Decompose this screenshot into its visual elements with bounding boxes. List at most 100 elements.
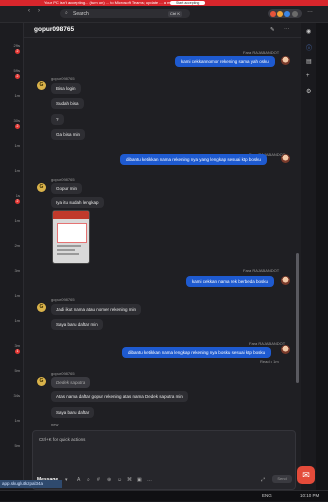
add-account-icon	[292, 10, 298, 17]
emoji-icon[interactable]: ☺	[117, 477, 122, 483]
sender-name: gopur098765	[51, 371, 75, 376]
list-item-time: 1m	[14, 168, 20, 173]
expand-icon[interactable]: ⤢	[261, 477, 265, 483]
avatar	[281, 345, 290, 354]
chat-fab-button[interactable]: ✉	[297, 466, 315, 484]
status-url: app.skuglutkzpal34a	[0, 480, 62, 488]
list-item-time: 5m	[14, 443, 20, 448]
chat-pane: gopur098765 ✎ ⋯ Fara RAJABANDOT kami cek…	[24, 23, 301, 502]
message-bubble[interactable]: Gopur min	[51, 183, 83, 194]
unread-badge: 2	[15, 199, 20, 204]
image-attachment[interactable]	[52, 210, 90, 264]
sender-name: Fara RAJABANDOT	[243, 50, 280, 55]
unread-badge: 2	[15, 74, 20, 79]
message-bubble[interactable]: Saya baru daftar	[51, 407, 95, 418]
avatar: G	[37, 183, 46, 192]
message-bubble[interactable]: kami cekkannomor rekening sama yah osku	[175, 56, 275, 67]
hashtag-icon[interactable]: #	[97, 477, 100, 483]
send-button[interactable]: Send	[272, 475, 292, 483]
avatar	[284, 10, 290, 17]
sender-name: gopur098765	[51, 297, 75, 302]
top-bar: ‹ › ⌕ Search Ctrl K …	[0, 6, 328, 23]
image-line	[57, 253, 79, 255]
account-switcher[interactable]	[268, 9, 302, 18]
chevron-down-icon[interactable]: ▾	[65, 477, 68, 483]
chat-title: gopur098765	[34, 26, 75, 33]
back-icon[interactable]: ‹	[28, 8, 30, 14]
list-item-time: 5m	[14, 368, 20, 373]
scrollbar[interactable]	[296, 253, 299, 383]
list-item-time: 1m	[14, 293, 20, 298]
chat-header: gopur098765 ✎ ⋯	[24, 23, 301, 38]
book-icon[interactable]: ▤	[306, 58, 312, 65]
list-item-time: 1m	[14, 218, 20, 223]
message-bubble[interactable]: kami cekkan nama rek berbeda bosku	[186, 276, 275, 287]
link-icon[interactable]: ⌘	[127, 477, 132, 483]
attach-icon[interactable]: ⊕	[107, 477, 111, 483]
avatar: G	[37, 81, 46, 90]
more-icon[interactable]: …	[307, 8, 313, 14]
avatar	[277, 10, 283, 17]
contact-icon[interactable]: ◉	[306, 28, 311, 35]
search-icon: ⌕	[65, 10, 68, 16]
search-placeholder: Search	[73, 11, 89, 17]
avatar	[281, 56, 290, 65]
template-icon[interactable]: ▣	[137, 477, 142, 483]
sender-name: gopur098765	[51, 177, 75, 182]
message-bubble[interactable]: dibantu ketikkan nama rekening nya yang …	[120, 154, 267, 165]
gear-icon[interactable]: ⚙	[306, 88, 311, 95]
right-rail: ◉ ⓘ ▤ + ⚙	[302, 23, 316, 500]
edge-panel	[316, 23, 328, 500]
list-item-time: 30s	[13, 118, 20, 123]
banner-button[interactable]: Start accepting	[170, 1, 206, 5]
avatar: G	[37, 303, 46, 312]
message-bubble[interactable]: Saya baru daftar min	[51, 319, 103, 330]
info-icon[interactable]: ⓘ	[306, 43, 312, 52]
message-bubble[interactable]: Jadi ikut nama atau nomer rekening min	[51, 304, 142, 315]
message-bubble[interactable]: Ga bisa min	[51, 129, 86, 140]
list-item-time: 59s	[13, 68, 20, 73]
message-bubble[interactable]: Bisa login	[51, 83, 81, 94]
message-bubble[interactable]: Iya itu sudah lengkap	[51, 197, 104, 208]
image-line	[57, 249, 75, 251]
new-marker: new	[51, 422, 59, 427]
language-indicator[interactable]: ENG	[262, 493, 272, 498]
list-item-time: 1m	[14, 93, 20, 98]
message-bubble[interactable]: ?	[51, 114, 64, 125]
list-item-time: 2m	[14, 243, 20, 248]
avatar	[270, 10, 276, 17]
unread-badge: 1	[15, 349, 20, 354]
sender-name: Fara RAJABANDOT	[243, 268, 280, 273]
unread-badge: 2	[15, 49, 20, 54]
search-input[interactable]: ⌕ Search Ctrl K	[60, 9, 190, 18]
message-bubble[interactable]: Atas nama daftar gopur rekening atas nam…	[51, 391, 188, 402]
message-composer[interactable]: Ctrl+K for quick actions Message ▾ A ⌕ #…	[32, 430, 296, 490]
image-line	[57, 245, 81, 247]
more-icon[interactable]: …	[147, 477, 152, 483]
shortcut-hint: Ctrl K	[168, 10, 183, 17]
list-item-time: 29s	[13, 43, 20, 48]
quoted-message: Dedek saputra	[51, 377, 91, 388]
sender-name: gopur098765	[51, 76, 75, 81]
edit-icon[interactable]: ✎	[270, 27, 275, 33]
conversation-list[interactable]: 29s 2 59s 2 1m 30s 2 1m 1m 1s 2 1m 2m 3m 1m 1m 3m 1 5m 34s 1…	[0, 23, 24, 480]
read-receipt: Read • 1m	[260, 359, 279, 364]
avatar	[281, 154, 290, 163]
taskbar: ENG 10:10 PM	[0, 490, 328, 501]
clock[interactable]: 10:10 PM	[300, 493, 319, 498]
more-icon[interactable]: ⋯	[284, 27, 290, 33]
composer-placeholder: Ctrl+K for quick actions	[39, 437, 86, 442]
message-bubble[interactable]: Sudah bisa	[51, 98, 84, 109]
search-icon[interactable]: ⌕	[87, 477, 90, 483]
image-card	[57, 223, 87, 243]
forward-icon[interactable]: ›	[38, 8, 40, 14]
unread-badge: 2	[15, 124, 20, 129]
image-header	[53, 211, 89, 219]
message-bubble[interactable]: dibantu ketikkan nama lengkap rekening n…	[122, 347, 272, 358]
text-format-icon[interactable]: A	[77, 477, 80, 483]
list-item-time: 3m	[14, 268, 20, 273]
list-item-time: 34s	[13, 393, 20, 398]
add-icon[interactable]: +	[306, 73, 310, 79]
list-item-time: 3m	[14, 343, 20, 348]
avatar: G	[37, 377, 46, 386]
